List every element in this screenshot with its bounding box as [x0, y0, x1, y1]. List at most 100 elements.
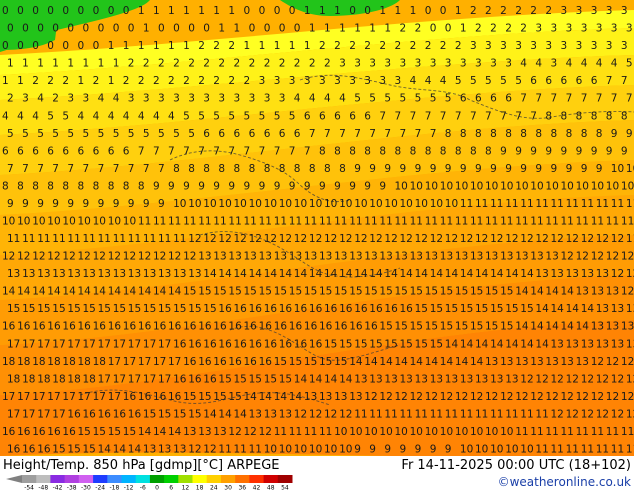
temperature-value: 7: [551, 93, 558, 105]
temperature-value: 12: [445, 233, 458, 245]
temperature-value: 9: [369, 163, 376, 175]
temperature-value: 11: [551, 444, 564, 456]
temperature-value: 15: [279, 373, 292, 385]
temperature-value: 5: [274, 110, 281, 122]
temperature-value: 8: [425, 145, 432, 157]
temperature-value: 2: [490, 23, 497, 35]
temperature-value: 2: [198, 75, 205, 87]
temperature-value: 5: [289, 110, 296, 122]
temperature-value: 12: [611, 373, 624, 385]
temperature-value: 15: [188, 303, 201, 315]
temperature-value: 12: [591, 356, 604, 368]
temperature-value: 6: [249, 128, 256, 140]
temperature-value: 8: [123, 180, 130, 192]
temperature-value: 13: [213, 426, 226, 438]
temperature-value: 16: [234, 303, 248, 315]
temperature-value: 1: [183, 5, 190, 17]
temperature-value: 17: [143, 373, 156, 385]
temperature-value: 10: [309, 198, 322, 210]
temperature-value: 11: [561, 426, 574, 438]
temperature-value: 2: [249, 58, 256, 70]
temperature-value: 4: [168, 110, 175, 122]
legend-swatch: [263, 475, 279, 483]
temperature-value: 15: [415, 303, 428, 315]
temperature-value: 3: [128, 93, 135, 105]
temperature-value: 8: [138, 180, 145, 192]
temperature-value: 10: [279, 198, 292, 210]
temperature-value: 13: [334, 251, 347, 263]
temperature-value: 10: [490, 444, 503, 456]
legend-tick-label: 0: [155, 485, 159, 490]
temperature-value: 16: [279, 303, 293, 315]
temperature-value: 14: [475, 338, 489, 350]
temperature-value: 2: [500, 5, 507, 17]
temperature-value: 2: [228, 75, 235, 87]
temperature-value: 15: [7, 303, 20, 315]
temperature-value: 12: [591, 251, 604, 263]
temperature-value: 7: [626, 93, 633, 105]
temperature-value: 0: [7, 23, 14, 35]
temperature-value: 10: [203, 198, 216, 210]
temperature-value: 10: [78, 216, 91, 228]
temperature-value: 12: [188, 444, 201, 456]
temperature-value: 15: [123, 426, 136, 438]
temperature-value: 0: [17, 40, 24, 52]
temperature-value: 7: [304, 145, 311, 157]
temperature-value: 14: [203, 268, 217, 280]
temperature-value: 9: [304, 180, 311, 192]
temperature-value: 17: [143, 338, 156, 350]
temperature-value: 6: [364, 110, 371, 122]
temperature-value: 11: [545, 216, 558, 228]
temperature-value: 2: [173, 58, 180, 70]
temperature-value: 7: [611, 93, 618, 105]
temperature-value: 6: [203, 128, 210, 140]
temperature-value: 18: [17, 356, 30, 368]
temperature-value: 2: [143, 58, 150, 70]
temperature-value: 12: [505, 233, 518, 245]
temperature-value: 16: [188, 373, 202, 385]
temperature-value: 11: [7, 233, 20, 245]
temperature-value: 15: [234, 373, 247, 385]
temperature-value: 2: [244, 75, 251, 87]
credit-link[interactable]: ©weatheronline.co.uk: [498, 475, 631, 489]
temperature-value: 3: [319, 75, 326, 87]
temperature-value: 13: [596, 338, 609, 350]
temperature-value: 1: [108, 75, 115, 87]
temperature-value: 8: [551, 128, 558, 140]
temperature-value: 12: [369, 233, 382, 245]
temperature-value: 16: [228, 356, 242, 368]
temperature-value: 16: [22, 444, 36, 456]
temperature-value: 12: [294, 233, 307, 245]
temperature-value: 7: [22, 163, 29, 175]
temperature-value: 8: [93, 180, 100, 192]
temperature-value: 14: [505, 338, 519, 350]
temperature-value: 16: [213, 321, 227, 333]
temperature-value: 3: [364, 75, 371, 87]
legend-tick-label: -54: [24, 485, 34, 490]
temperature-value: 11: [535, 444, 548, 456]
temperature-value: 15: [93, 426, 106, 438]
temperature-value: 12: [626, 408, 634, 420]
temperature-value: 14: [520, 338, 534, 350]
temperature-value: 16: [47, 426, 61, 438]
temperature-value: 2: [198, 40, 205, 52]
temperature-value: 12: [551, 408, 564, 420]
temperature-value: 13: [581, 268, 594, 280]
temperature-value: 12: [545, 391, 558, 403]
temperature-value: 2: [158, 58, 165, 70]
temperature-value: 1: [379, 5, 386, 17]
temperature-value: 2: [203, 58, 210, 70]
temperature-value: 14: [249, 268, 263, 280]
temperature-value: 5: [354, 93, 361, 105]
temperature-value: 12: [17, 251, 30, 263]
temperature-value: 13: [596, 268, 609, 280]
temperature-value: 1: [17, 75, 24, 87]
temperature-value: 17: [158, 373, 171, 385]
temperature-value: 12: [32, 251, 45, 263]
temperature-value: 4: [309, 93, 316, 105]
temperature-value: 1: [138, 5, 145, 17]
temperature-value: 1: [354, 23, 361, 35]
map-footer: Height/Temp. 850 hPa [gdmp][°C] ARPEGE F…: [0, 456, 634, 490]
temperature-value: 9: [384, 163, 391, 175]
temperature-value: 10: [455, 180, 468, 192]
